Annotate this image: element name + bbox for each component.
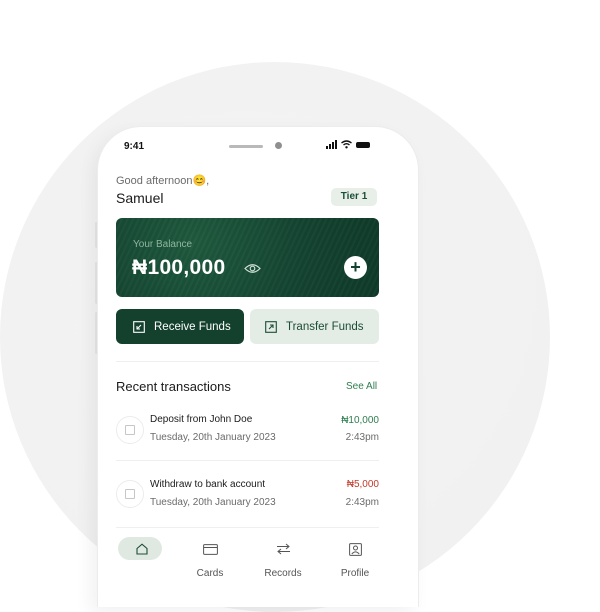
greeting-text: Good afternoon😊, [116, 175, 210, 187]
card-icon [202, 543, 218, 555]
profile-icon [348, 542, 362, 556]
transaction-date: Tuesday, 20th January 2023 [150, 497, 276, 508]
transfer-funds-label: Transfer Funds [286, 320, 364, 333]
home-icon [136, 543, 148, 555]
transaction-amount: ₦5,000 [346, 479, 379, 490]
arrow-down-left-icon [133, 320, 145, 333]
recent-transactions-title: Recent transactions [116, 379, 231, 394]
arrow-up-right-icon [265, 320, 277, 333]
withdraw-icon [116, 480, 144, 508]
wifi-icon [341, 140, 352, 149]
see-all-link[interactable]: See All [346, 381, 377, 392]
notch-camera [275, 142, 282, 149]
notch-speaker [229, 145, 263, 148]
phone-screen: 9:41 Good afternoon😊, Samuel Tier 1 Your… [97, 126, 419, 607]
swap-icon [276, 543, 290, 555]
battery-icon [356, 141, 370, 148]
nav-cards[interactable]: Cards [180, 541, 240, 579]
deposit-icon [116, 416, 144, 444]
transaction-time: 2:43pm [345, 432, 379, 443]
divider [116, 460, 379, 461]
balance-label: Your Balance [133, 239, 193, 250]
transaction-title[interactable]: Deposit from John Doe [150, 414, 252, 425]
plus-icon: + [350, 257, 361, 277]
signal-icon [326, 140, 337, 149]
balance-card: Your Balance ₦100,000 + [116, 218, 379, 297]
balance-amount: ₦100,000 [132, 256, 226, 279]
nav-home[interactable] [112, 541, 172, 568]
nav-records[interactable]: Records [253, 541, 313, 579]
nav-profile-label: Profile [340, 568, 370, 579]
eye-icon[interactable] [244, 263, 261, 274]
status-icons [326, 140, 370, 149]
divider [116, 527, 379, 528]
add-funds-button[interactable]: + [344, 256, 367, 279]
transaction-amount: ₦10,000 [341, 415, 379, 426]
receive-funds-button[interactable]: Receive Funds [116, 309, 244, 344]
nav-profile[interactable]: Profile [325, 541, 385, 579]
divider [116, 361, 379, 362]
tier-badge[interactable]: Tier 1 [331, 188, 377, 206]
status-time: 9:41 [124, 141, 145, 152]
nav-cards-label: Cards [196, 568, 224, 579]
transaction-title[interactable]: Withdraw to bank account [150, 479, 265, 490]
nav-records-label: Records [264, 568, 302, 579]
receive-funds-label: Receive Funds [154, 320, 231, 333]
transaction-time: 2:43pm [345, 497, 379, 508]
transfer-funds-button[interactable]: Transfer Funds [250, 309, 379, 344]
user-name: Samuel [116, 190, 164, 206]
transaction-date: Tuesday, 20th January 2023 [150, 432, 276, 443]
